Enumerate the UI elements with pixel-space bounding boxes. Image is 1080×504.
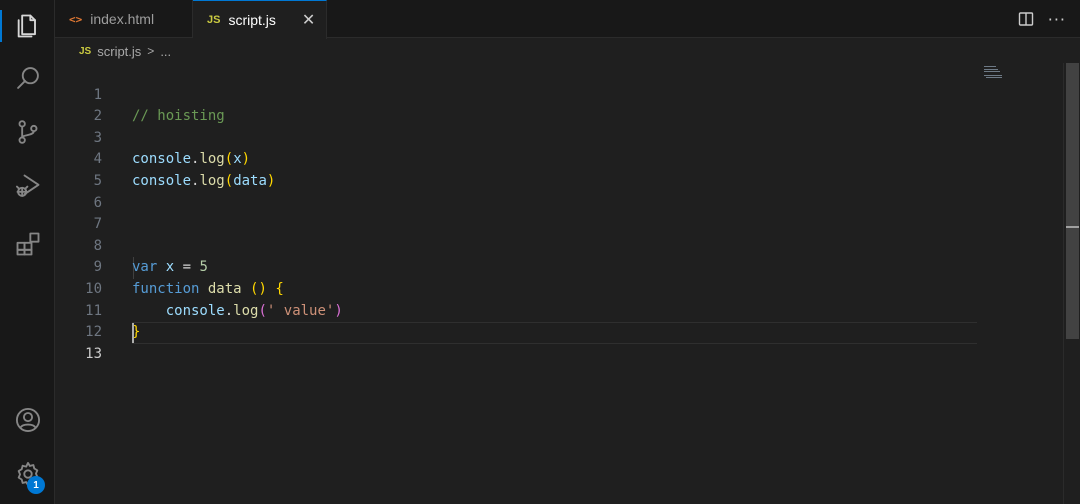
text-cursor — [132, 323, 134, 343]
extensions-button[interactable] — [0, 220, 55, 268]
code-line: 6 — [55, 171, 977, 211]
js-icon: JS — [79, 45, 92, 57]
search-button[interactable] — [0, 54, 55, 102]
accounts-icon — [15, 407, 40, 433]
code-line: 9 function data () { — [55, 236, 977, 297]
code-line: 8 var x = 5 — [55, 214, 977, 276]
code-line: 1 // hoisting — [55, 63, 977, 125]
tab-label: index.html — [90, 11, 155, 27]
code-line: 10 console.log(' value') — [55, 257, 977, 319]
cursor-position-marker — [1066, 226, 1079, 228]
line-number: 13 — [85, 345, 102, 362]
code-line: 3 console.log(x) — [55, 106, 977, 168]
tab-actions: ··· — [1018, 0, 1066, 38]
manage-button[interactable]: 1 — [0, 450, 55, 498]
code-line: 12 — [55, 301, 977, 340]
activity-bar: 1 — [0, 0, 55, 504]
explorer-icon — [17, 14, 36, 38]
js-icon: JS — [207, 14, 221, 26]
html-icon: <> — [69, 12, 83, 26]
source-control-icon — [18, 120, 37, 144]
tab-bar: <> index.html JS script.js ✕ ··· — [55, 0, 1080, 39]
accounts-button[interactable] — [0, 396, 55, 444]
extensions-icon — [16, 232, 39, 256]
minimap[interactable] — [984, 66, 1006, 80]
more-actions-icon[interactable]: ··· — [1048, 10, 1066, 29]
tab-script-js[interactable]: JS script.js ✕ — [193, 0, 327, 39]
explorer-button[interactable] — [0, 2, 55, 50]
code-line: 5 — [55, 149, 977, 189]
code-editor[interactable]: 1 // hoisting 2 3 console.log(x) 4 conso… — [55, 63, 1063, 504]
code-line: 7 — [55, 193, 977, 232]
tab-label: script.js — [228, 12, 276, 28]
breadcrumb: JS script.js > ... — [55, 39, 171, 63]
code-line: 2 — [55, 85, 977, 124]
breadcrumb-symbol[interactable]: ... — [160, 44, 171, 59]
tab-index-html[interactable]: <> index.html — [55, 0, 193, 38]
search-icon — [16, 67, 39, 89]
source-control-button[interactable] — [0, 108, 55, 156]
manage-badge: 1 — [27, 476, 45, 494]
split-editor-icon[interactable] — [1018, 11, 1034, 27]
code-line: 11 } — [55, 279, 977, 341]
breadcrumb-file[interactable]: script.js — [97, 44, 141, 59]
scrollbar-thumb[interactable] — [1066, 63, 1079, 339]
run-debug-icon — [15, 174, 39, 197]
code-line: 4 console.log(data) — [55, 128, 977, 189]
close-icon[interactable]: ✕ — [302, 10, 315, 30]
code-line: 13 — [55, 322, 977, 362]
chevron-right-icon: > — [147, 44, 155, 58]
vertical-scrollbar[interactable] — [1063, 63, 1080, 504]
run-debug-button[interactable] — [0, 162, 55, 210]
